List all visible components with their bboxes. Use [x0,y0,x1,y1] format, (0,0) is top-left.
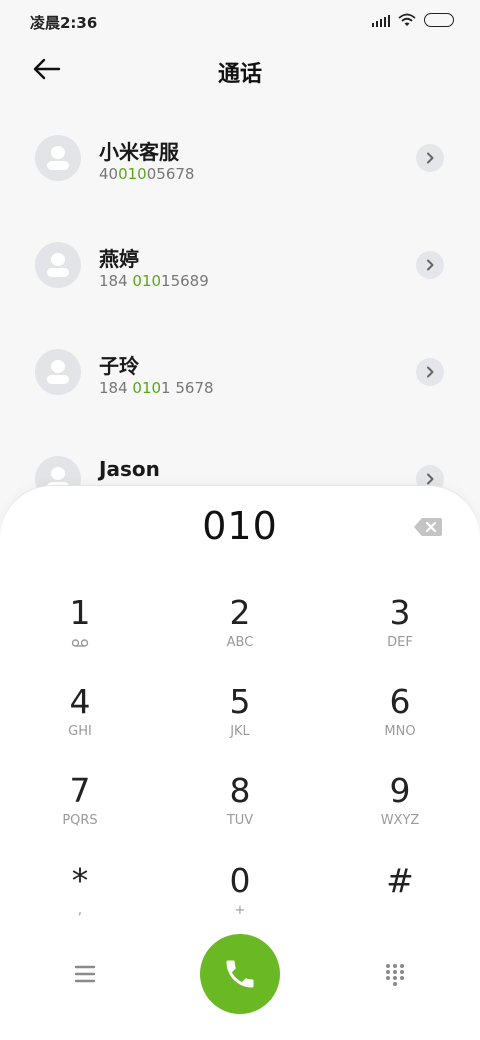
key-3[interactable]: 3 DEF [330,594,470,674]
dialpad-sheet: 010 1 2 ABC 3 DEF 4 GHI 5 JKL 6 MNO 7 PQ… [0,486,480,1040]
phone-icon [226,960,254,988]
page-title: 通话 [217,62,262,87]
contact-list: 小米客服 4001005678 燕婷 184 01015689 子玲 184 0… [0,110,480,538]
key-9[interactable]: 9 WXYZ [330,772,470,852]
match-highlight: 010 [118,165,147,183]
match-highlight: 010 [132,379,162,397]
key-0[interactable]: 0 + [170,862,310,942]
contact-item[interactable]: 子玲 184 0101 5678 [0,324,480,431]
key-8[interactable]: 8 TUV [170,772,310,852]
status-icons [372,13,454,27]
contact-detail-button[interactable] [416,144,444,172]
contact-name: 子玲 [99,354,139,378]
menu-button[interactable] [70,961,100,987]
contact-detail-button[interactable] [416,251,444,279]
contact-number: 4001005678 [99,165,195,183]
contact-number: 184 0101 5678 [99,379,214,397]
status-bar: 凌晨2:36 [0,0,480,42]
avatar [35,135,81,181]
key-7[interactable]: 7 PQRS [10,772,150,852]
dialer-bottom-bar [0,934,480,1016]
menu-icon [74,965,96,983]
contact-item[interactable]: 燕婷 184 01015689 [0,217,480,324]
backspace-icon [414,518,442,536]
battery-icon [424,13,454,27]
call-button[interactable] [200,934,280,1014]
avatar [35,349,81,395]
match-highlight: 010 [132,272,162,290]
key-star[interactable]: * , [10,862,150,942]
wifi-icon [398,13,416,26]
dialpad-icon [386,964,404,986]
header: 通话 [0,42,480,98]
chevron-right-icon [427,152,434,164]
key-5[interactable]: 5 JKL [170,683,310,763]
status-time: 凌晨2:36 [30,14,98,32]
contact-item[interactable]: 小米客服 4001005678 [0,110,480,217]
voicemail-icon [71,639,89,647]
dial-number-display[interactable]: 010 [0,504,480,548]
key-2[interactable]: 2 ABC [170,594,310,674]
contact-name: 小米客服 [99,140,179,164]
avatar [35,242,81,288]
contact-name: 燕婷 [99,247,139,271]
signal-icon [372,13,390,27]
contact-detail-button[interactable] [416,358,444,386]
contact-name: Jason [99,457,160,481]
key-1[interactable]: 1 [10,594,150,674]
chevron-right-icon [427,366,434,378]
contact-number: 184 01015689 [99,272,209,290]
chevron-right-icon [427,259,434,271]
key-6[interactable]: 6 MNO [330,683,470,763]
backspace-button[interactable] [413,517,443,537]
chevron-right-icon [427,473,434,485]
dialpad-toggle-button[interactable] [383,962,407,986]
key-hash[interactable]: # [330,862,470,942]
key-4[interactable]: 4 GHI [10,683,150,763]
